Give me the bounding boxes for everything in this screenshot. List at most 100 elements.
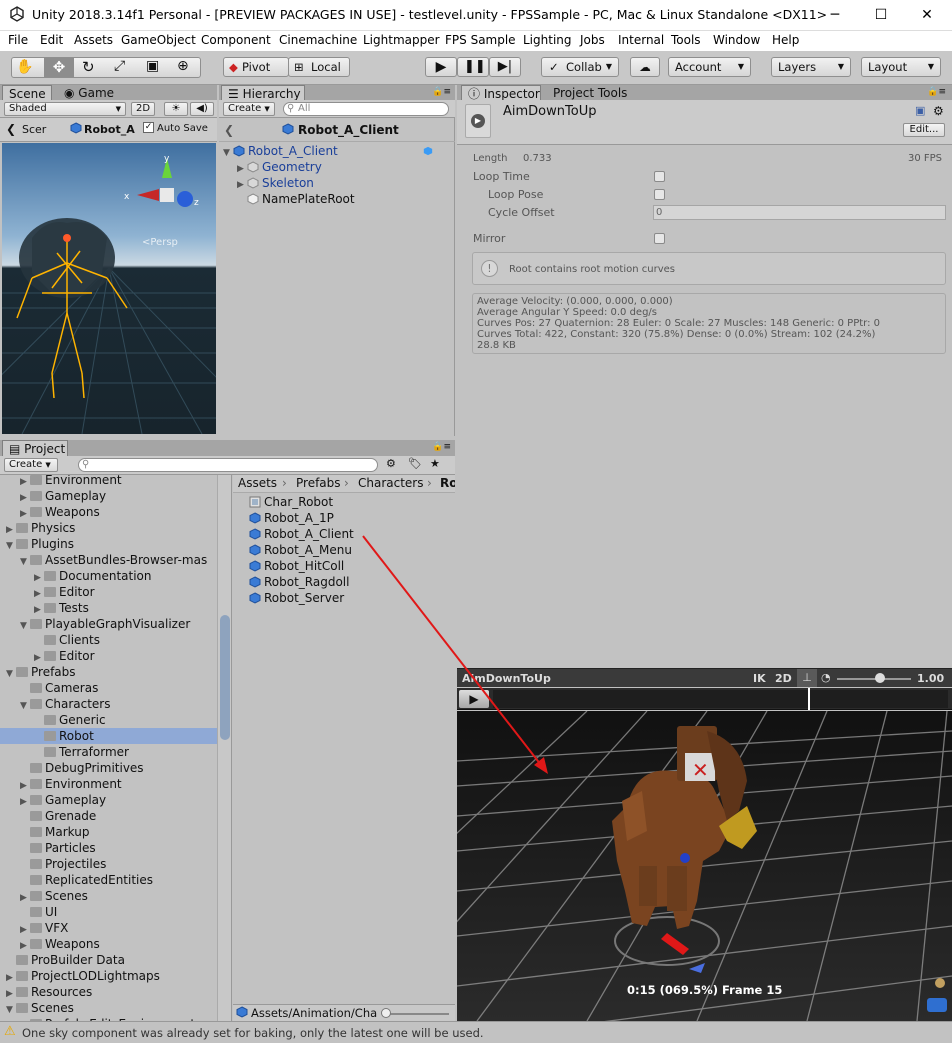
folder-tree-item[interactable]: ▶ Gameplay [0,792,217,808]
hierarchy-search-input[interactable]: ⚲ All [283,102,449,116]
menu-fps-sample[interactable]: FPS Sample [445,33,516,47]
folder-tree-item[interactable]: ▶ Weapons [0,504,217,520]
shading-dropdown[interactable]: Shaded ▼ [4,102,126,116]
folder-tree-item[interactable]: ▼ Scenes [0,1000,217,1016]
asset-robot-a-client[interactable]: Robot_A_Client [249,526,354,542]
menu-cinemachine[interactable]: Cinemachine [279,33,357,47]
project-search-input[interactable]: ⚲ [78,458,378,472]
layout-dropdown[interactable]: Layout ▼ [861,57,941,77]
folder-tree-item[interactable]: UI [0,904,217,920]
cloud-button[interactable]: ☁ [630,57,660,77]
menu-tools[interactable]: Tools [671,33,701,47]
timeline-playhead[interactable] [808,688,810,710]
folder-tree-item[interactable]: ▼ Plugins [0,536,217,552]
local-toggle[interactable]: ⊞ Local [288,57,350,77]
hierarchy-item-skeleton[interactable]: ▶ Skeleton [237,175,314,191]
mirror-checkbox[interactable] [654,233,665,244]
menu-component[interactable]: Component [201,33,271,47]
asset-robot-a-menu[interactable]: Robot_A_Menu [249,542,352,558]
folder-tree-item[interactable]: Markup [0,824,217,840]
gear-icon[interactable]: ⚙ [933,104,944,118]
collab-dropdown[interactable]: ✓ Collab ▼ [541,57,619,77]
folder-tree-item[interactable]: ▶ Documentation [0,568,217,584]
edit-button[interactable]: Edit... [903,123,945,137]
panel-menu-icon[interactable]: 🔒≡ [432,442,451,452]
icon-size-slider[interactable] [383,1013,449,1015]
folder-tree-item[interactable]: ▼ Prefabs [0,664,217,680]
minimize-button[interactable]: ─ [812,0,858,30]
folder-tree-item[interactable]: ▶ Physics [0,520,217,536]
expand-arrow-icon[interactable]: ▶ [237,177,247,193]
folder-tree-item[interactable]: ▼ Characters [0,696,217,712]
favorite-star-icon[interactable]: ★ [430,457,440,470]
folder-tree-item[interactable]: ▶ Editor [0,648,217,664]
breadcrumb-prefabs[interactable]: Prefabs [296,475,341,492]
breadcrumb-characters[interactable]: Characters [358,475,424,492]
folder-tree-item[interactable]: Generic [0,712,217,728]
preview-play-button[interactable]: ▶ [459,690,489,708]
asset-robot-hitcoll[interactable]: Robot_HitColl [249,558,344,574]
menu-lightmapper[interactable]: Lightmapper [363,33,440,47]
audio-toggle[interactable]: ◀) [190,102,214,116]
scale-tool-icon[interactable]: ⤢ [114,58,125,74]
folder-tree-item[interactable]: ▶ Environment [0,475,217,488]
mode-2d-toggle[interactable]: 2D [131,102,155,116]
hand-tool-icon[interactable]: ✋ [16,59,33,75]
folder-tree-item[interactable]: Clients [0,632,217,648]
folder-tree-item[interactable]: ProBuilder Data [0,952,217,968]
folder-tree-item[interactable]: DebugPrimitives [0,760,217,776]
folder-tree-item[interactable]: Projectiles [0,856,217,872]
folder-tree-item[interactable]: ▶ Tests [0,600,217,616]
pivot-toggle[interactable]: ◆ Pivot [223,57,289,77]
hierarchy-item-geometry[interactable]: ▶ Geometry [237,159,322,175]
layers-dropdown[interactable]: Layers ▼ [771,57,851,77]
transform-tool-icon[interactable]: ⊕ [177,58,189,74]
menu-file[interactable]: File [8,33,28,47]
status-bar[interactable]: ⚠ One sky component was already set for … [0,1021,952,1043]
pause-button[interactable]: ❚❚ [457,57,489,77]
move-tool-icon[interactable]: ✥ [44,58,74,77]
menu-internal[interactable]: Internal [618,33,664,47]
panel-menu-icon[interactable]: 🔒≡ [927,87,946,97]
panel-menu-icon[interactable]: 🔒≡ [432,87,451,97]
play-button[interactable]: ▶ [425,57,457,77]
hierarchy-item-nameplateroot[interactable]: NamePlateRoot [247,191,355,207]
loop-time-checkbox[interactable] [654,171,665,182]
tree-scrollbar[interactable] [217,475,231,1021]
folder-tree-item[interactable]: Robot [0,728,217,744]
pivot-display-icon[interactable]: ⊥ [797,669,817,687]
asset-robot-ragdoll[interactable]: Robot_Ragdoll [249,574,349,590]
back-arrow-icon[interactable]: ❮ [224,123,234,137]
asset-robot-server[interactable]: Robot_Server [249,590,344,606]
folder-tree-item[interactable]: ▶ Editor [0,584,217,600]
asset-robot-a-1p[interactable]: Robot_A_1P [249,510,334,526]
help-icon[interactable]: ▣ [915,104,925,117]
cycle-offset-field[interactable]: 0 [653,205,946,220]
icon-size-slider-thumb[interactable] [381,1008,391,1018]
tab-project[interactable]: ▤ Project [2,440,68,457]
folder-tree-item[interactable]: Grenade [0,808,217,824]
account-dropdown[interactable]: Account ▼ [668,57,751,77]
tag-icon[interactable] [927,998,947,1012]
maximize-button[interactable]: ☐ [858,0,904,30]
folder-tree-item[interactable]: ▶ Resources [0,984,217,1000]
menu-gameobject[interactable]: GameObject [121,33,196,47]
avatar-icon[interactable] [935,978,945,988]
folder-tree-item[interactable]: ▶ Gameplay [0,488,217,504]
preview-viewport[interactable]: ✕ 0:15 (069.5%) Frame 15 [457,711,952,1021]
scene-crumb-label[interactable]: Scer [22,123,46,136]
asset-char-robot[interactable]: Char_Robot [249,494,333,510]
folder-tree-item[interactable]: Terraformer [0,744,217,760]
ik-toggle[interactable]: IK [753,672,766,685]
folder-tree-item[interactable]: ▼ AssetBundles-Browser-mas [0,552,217,568]
expand-arrow-icon[interactable]: ▼ [223,145,233,161]
project-create-dropdown[interactable]: Create ▼ [4,458,58,472]
rotate-tool-icon[interactable]: ↻ [82,58,95,76]
speed-slider-thumb[interactable] [875,673,885,683]
close-button[interactable]: ✕ [904,0,950,30]
breadcrumb-robot[interactable]: Ro [440,475,455,492]
folder-tree-item[interactable]: ▼ PlayableGraphVisualizer [0,616,217,632]
scene-view[interactable]: y x z <Persp [2,143,216,434]
menu-lighting[interactable]: Lighting [523,33,572,47]
hierarchy-item-root[interactable]: ▼ Robot_A_Client [223,143,338,159]
